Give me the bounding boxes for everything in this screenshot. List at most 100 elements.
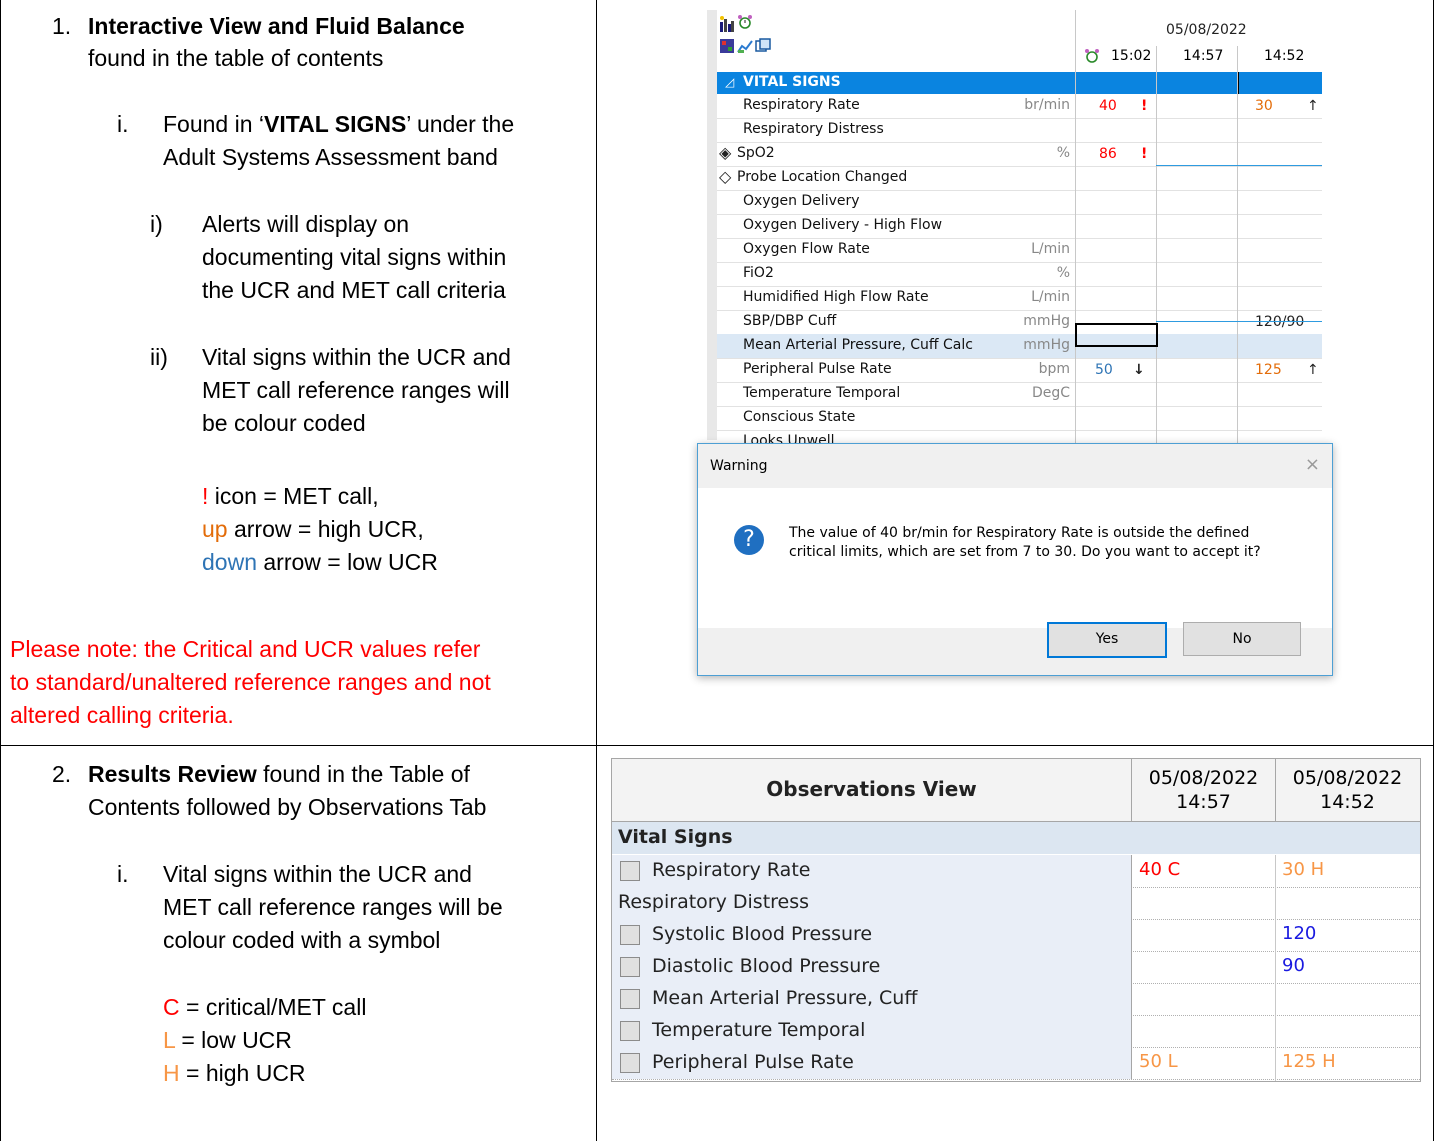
iview-row[interactable]: ◇ Probe Location Changed: [717, 166, 1322, 191]
results-col-sep: [1275, 855, 1276, 1081]
collapse-triangle-icon[interactable]: ◿: [725, 75, 734, 89]
iview-highlight-line: [1156, 165, 1322, 166]
iview-section-title: VITAL SIGNS: [743, 74, 841, 90]
results-section-band: Vital Signs: [612, 822, 1420, 854]
met-alert-icon: !: [1141, 98, 1148, 114]
section2-item-i-line2: MET call reference ranges will be: [163, 894, 503, 920]
iview-row-unit: DegC: [1031, 385, 1070, 401]
iview-value-1457[interactable]: 40: [1099, 98, 1117, 114]
iview-time-1[interactable]: 15:02: [1111, 48, 1151, 64]
table-border-left: [0, 0, 1, 1141]
iview-row-unit: br/min: [1024, 97, 1070, 113]
iview-row[interactable]: Respiratory Rate br/min 40! 30 ↑: [717, 94, 1322, 119]
results-row[interactable]: Systolic Blood Pressure 120: [612, 919, 1420, 952]
note-line3: altered calling criteria.: [10, 702, 234, 728]
legend-high-ucr: up arrow = high UCR,: [202, 516, 424, 542]
results-row[interactable]: Peripheral Pulse Rate 50 L 125 H: [612, 1047, 1420, 1080]
chart-bars-icon[interactable]: [719, 16, 735, 32]
row-checkbox[interactable]: [620, 989, 640, 1009]
iview-row-label: Respiratory Distress: [743, 121, 884, 137]
row-checkbox[interactable]: [620, 1053, 640, 1073]
results-col2-header[interactable]: 05/08/2022 14:52: [1276, 759, 1419, 821]
results-row[interactable]: Respiratory Rate 40 C 30 H: [612, 855, 1420, 888]
row-checkbox[interactable]: [620, 1021, 640, 1041]
results-value-1452[interactable]: 120: [1282, 923, 1316, 944]
iview-value-1452[interactable]: 30: [1255, 98, 1273, 114]
legend-low: L = low UCR: [163, 1027, 292, 1053]
question-icon: ?: [734, 525, 764, 555]
iview-row-unit: L/min: [1031, 289, 1070, 305]
iview-row[interactable]: Humidified High Flow Rate L/min: [717, 286, 1322, 311]
legend-high: H = high UCR: [163, 1060, 306, 1086]
results-section-title: Vital Signs: [618, 826, 733, 848]
results-value-1457[interactable]: 40 C: [1139, 859, 1180, 880]
results-row-label: Temperature Temporal: [652, 1019, 866, 1041]
iview-date: 05/08/2022: [1166, 22, 1247, 38]
sub-i-line1: Alerts will display on: [202, 211, 410, 237]
section1-item-i-line2: Adult Systems Assessment band: [163, 144, 498, 170]
dialog-message-line2: critical limits, which are set from 7 to…: [789, 544, 1261, 560]
iview-value-1457[interactable]: 50: [1095, 362, 1113, 378]
iview-row[interactable]: FiO2%: [717, 262, 1322, 287]
iview-row[interactable]: Oxygen Delivery - High Flow: [717, 214, 1322, 239]
iview-row-label: Temperature Temporal: [743, 385, 901, 401]
iview-time-3[interactable]: 14:52: [1264, 48, 1304, 64]
graph-edit-icon[interactable]: [737, 38, 753, 54]
iview-row[interactable]: Oxygen Delivery: [717, 190, 1322, 215]
legend-critical: C = critical/MET call: [163, 994, 367, 1020]
results-row-label: Peripheral Pulse Rate: [652, 1051, 854, 1073]
iview-row[interactable]: Conscious State: [717, 406, 1322, 431]
results-value-1452[interactable]: 125 H: [1282, 1051, 1336, 1072]
results-col1-header[interactable]: 05/08/2022 14:57: [1132, 759, 1276, 821]
iview-section-band[interactable]: ◿ VITAL SIGNS: [717, 72, 1322, 94]
alarm-clock-icon[interactable]: [737, 14, 753, 30]
iview-header-sep-2: [1237, 46, 1238, 72]
results-row[interactable]: Mean Arterial Pressure, Cuff: [612, 983, 1420, 1016]
no-button[interactable]: No: [1183, 622, 1301, 656]
results-row[interactable]: Respiratory Distress: [612, 887, 1420, 920]
iview-row[interactable]: Respiratory Distress: [717, 118, 1322, 143]
results-row-label-cell: Mean Arterial Pressure, Cuff: [612, 983, 1132, 1015]
iview-value-1452[interactable]: 120/90: [1255, 314, 1304, 330]
iview-time-2[interactable]: 14:57: [1183, 48, 1223, 64]
row-checkbox[interactable]: [620, 925, 640, 945]
results-row[interactable]: Temperature Temporal: [612, 1015, 1420, 1048]
iview-row-unit: mmHg: [1023, 337, 1070, 353]
iview-row[interactable]: Temperature Temporal DegC: [717, 382, 1322, 407]
results-value-1452[interactable]: 90: [1282, 955, 1305, 976]
iview-row[interactable]: Mean Arterial Pressure, Cuff Calc mmHg: [717, 334, 1322, 359]
row-checkbox[interactable]: [620, 957, 640, 977]
iview-left-bar: [707, 10, 717, 440]
iview-row[interactable]: ◈ SpO2% 86!: [717, 142, 1322, 167]
results-row-label-cell: Systolic Blood Pressure: [612, 919, 1132, 951]
iview-row-label: Peripheral Pulse Rate: [743, 361, 892, 377]
yes-button[interactable]: Yes: [1047, 622, 1167, 658]
results-value-1452[interactable]: 30 H: [1282, 859, 1324, 880]
iview-selected-cell[interactable]: [1075, 323, 1158, 347]
section2-number: 2.: [52, 761, 72, 787]
iview-screenshot: 05/08/2022 15:02 14:57 14:52 ◿ VITAL SIG…: [707, 10, 1323, 455]
results-value-1457[interactable]: 50 L: [1139, 1051, 1178, 1072]
note-line2: to standard/unaltered reference ranges a…: [10, 669, 491, 695]
window-icon[interactable]: [755, 38, 771, 54]
iview-row[interactable]: Peripheral Pulse Rate bpm 50 ↓ 125 ↑: [717, 358, 1322, 383]
iview-row[interactable]: Oxygen Flow Rate L/min: [717, 238, 1322, 263]
iview-row-unit: bpm: [1038, 361, 1070, 377]
dialog-message: The value of 40 br/min for Respiratory R…: [789, 524, 1261, 562]
iview-row-label: Probe Location Changed: [737, 169, 908, 185]
iview-row[interactable]: SBP/DBP Cuff mmHg 120/90: [717, 310, 1322, 335]
close-icon[interactable]: ×: [1305, 454, 1320, 475]
section1-title-suffix: found in the table of contents: [88, 45, 384, 71]
iview-value-1457[interactable]: 86: [1099, 146, 1117, 162]
results-row[interactable]: Diastolic Blood Pressure 90: [612, 951, 1420, 984]
iview-highlight-line: [1156, 321, 1322, 322]
row-checkbox[interactable]: [620, 861, 640, 881]
results-col1-date: 05/08/2022: [1148, 767, 1259, 789]
iview-row-label: Oxygen Delivery: [743, 193, 860, 209]
iview-value-1452[interactable]: 125: [1255, 362, 1282, 378]
results-row-label-cell: Peripheral Pulse Rate: [612, 1047, 1132, 1079]
iview-col-sep-3: [1237, 72, 1238, 450]
met-alert-icon: !: [1141, 146, 1148, 162]
iview-row-unit: %: [1056, 265, 1070, 281]
flowsheet-grid-icon[interactable]: [719, 38, 735, 54]
